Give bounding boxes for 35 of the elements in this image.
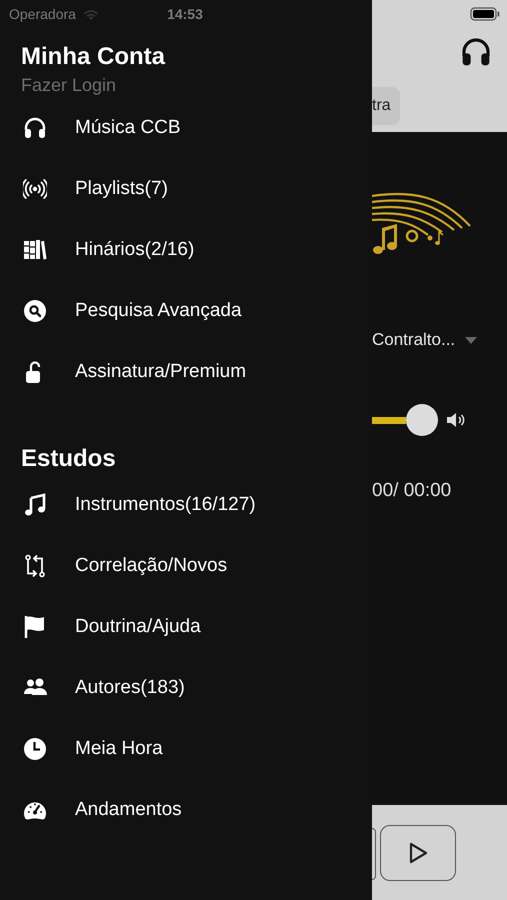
headphones-icon: [460, 36, 492, 68]
menu-item[interactable]: Playlists(7): [0, 158, 372, 219]
swap-arrows-icon: [23, 554, 47, 578]
voice-dropdown[interactable]: Contralto...: [372, 330, 456, 350]
tab-button[interactable]: tra: [372, 87, 400, 125]
menu-item[interactable]: Instrumentos(16/127): [0, 474, 372, 535]
battery-icon: [470, 7, 500, 21]
menu-item[interactable]: Música CCB: [0, 97, 372, 158]
headphones-icon: [23, 116, 47, 140]
playback-time: 00/ 00:00: [372, 480, 452, 502]
broadcast-icon: [23, 176, 47, 200]
play-icon: [408, 842, 428, 864]
speaker-icon: [446, 412, 466, 428]
menu-item[interactable]: Correlação/Novos: [0, 535, 372, 596]
flag-icon: [23, 614, 47, 638]
books-icon: [23, 238, 47, 262]
menu-item[interactable]: Assinatura/Premium: [0, 341, 372, 402]
menu-item[interactable]: Pesquisa Avançada: [0, 280, 372, 341]
account-title: Minha Conta: [21, 42, 165, 72]
search-icon: [23, 298, 47, 322]
play-button[interactable]: [380, 825, 456, 881]
menu-item[interactable]: Meia Hora: [0, 718, 372, 779]
section-heading: Estudos: [21, 444, 116, 474]
control-button[interactable]: [372, 828, 376, 880]
wifi-icon: [82, 8, 100, 20]
clock-icon: [23, 736, 47, 760]
clock-time: 14:53: [167, 6, 203, 22]
menu-item[interactable]: Hinários(2/16): [0, 219, 372, 280]
menu-item[interactable]: Doutrina/Ajuda: [0, 596, 372, 657]
menu-item[interactable]: Autores(183): [0, 657, 372, 718]
caret-icon: [465, 336, 478, 344]
carrier-name: Operadora: [9, 6, 76, 22]
music-note-icon: [23, 492, 47, 516]
login-link[interactable]: Fazer Login: [21, 73, 116, 97]
menu-item[interactable]: Andamentos: [0, 779, 372, 840]
